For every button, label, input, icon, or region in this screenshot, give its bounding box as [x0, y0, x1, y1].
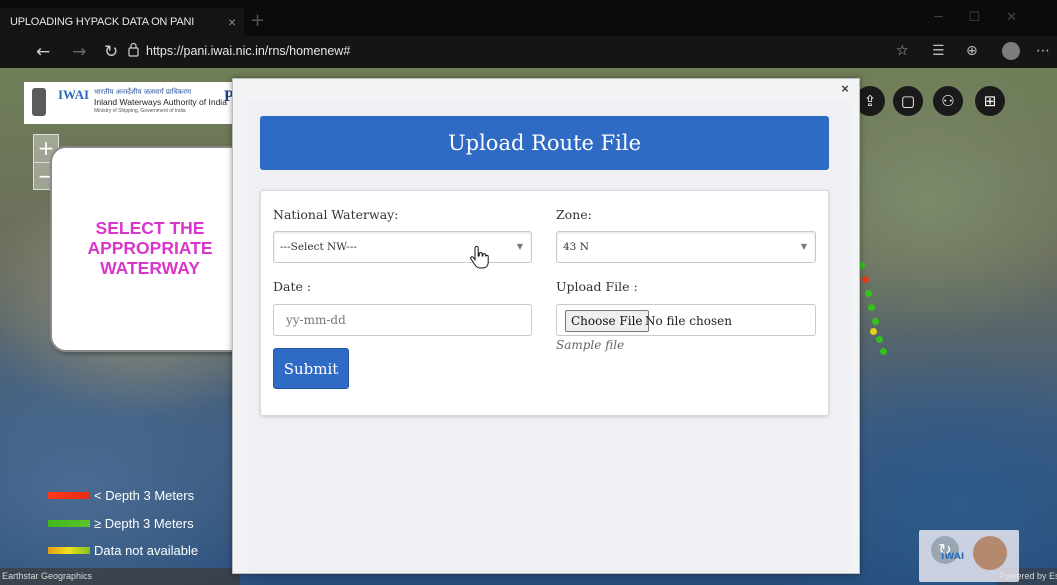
forward-arrow-icon[interactable]: →: [72, 42, 86, 62]
legend-swatch-yellow: [48, 547, 90, 554]
map-attribution: Earthstar Geographics: [0, 568, 240, 585]
site-header: IWAI भारतीय अन्तर्देशीय जलमार्ग प्राधिकर…: [24, 82, 234, 124]
browser-tab[interactable]: UPLOADING HYPACK DATA ON PANI ×: [0, 8, 244, 36]
iwai-logo: IWAI: [58, 87, 90, 102]
corner-widget: ↻ IWAI: [919, 530, 1019, 582]
profile-avatar[interactable]: [1002, 42, 1020, 60]
browser-toolbar: ← → ↻ https://pani.iwai.nic.in/rns/homen…: [0, 36, 1057, 68]
callout-text: SELECT THE APPROPRIATE WATERWAY: [87, 218, 213, 278]
route-marker[interactable]: [870, 328, 877, 335]
file-input[interactable]: Choose File No file chosen: [556, 304, 816, 336]
route-marker[interactable]: [880, 348, 887, 355]
tab-close-icon[interactable]: ×: [228, 8, 236, 36]
address-bar[interactable]: https://pani.iwai.nic.in/rns/homenew#: [146, 44, 350, 58]
route-marker[interactable]: [872, 318, 879, 325]
route-marker[interactable]: [876, 336, 883, 343]
legend-swatch-red: [48, 492, 90, 499]
favorite-star-icon[interactable]: ☆: [896, 43, 909, 59]
dialog-title: Upload Route File: [260, 116, 829, 170]
zone-select[interactable]: 43 N ▼: [556, 231, 816, 263]
org-name: Inland Waterways Authority of India: [94, 97, 227, 107]
submit-button[interactable]: Submit: [273, 348, 349, 389]
close-dialog-icon[interactable]: ×: [838, 82, 852, 96]
tab-title: UPLOADING HYPACK DATA ON PANI: [10, 16, 195, 28]
grid-icon[interactable]: ⊞: [975, 86, 1005, 116]
chevron-down-icon: ▼: [800, 242, 807, 251]
sample-file-link[interactable]: Sample file: [556, 338, 624, 352]
folder-icon[interactable]: ▢: [893, 86, 923, 116]
hand-cursor-icon: [470, 246, 489, 269]
favorites-list-icon[interactable]: ☰: [932, 43, 945, 59]
refresh-icon[interactable]: ↻: [104, 42, 118, 62]
national-waterway-value: ---Select NW---: [280, 241, 357, 253]
zone-value: 43 N: [563, 241, 589, 253]
national-emblem-icon: [32, 88, 46, 116]
collections-icon[interactable]: ⊕: [966, 43, 978, 59]
upload-file-label: Upload File :: [556, 279, 638, 294]
instruction-callout: SELECT THE APPROPRIATE WATERWAY: [50, 146, 250, 352]
new-tab-icon[interactable]: +: [250, 10, 265, 31]
zone-label: Zone:: [556, 207, 592, 222]
date-label: Date :: [273, 279, 312, 294]
window-controls[interactable]: ─☐✕: [935, 10, 1043, 25]
users-icon[interactable]: ⚇: [933, 86, 963, 116]
legend-swatch-green: [48, 520, 90, 527]
choose-file-button[interactable]: Choose File: [565, 310, 649, 332]
org-name-hindi: भारतीय अन्तर्देशीय जलमार्ग प्राधिकरण: [94, 88, 192, 96]
lock-icon: [128, 42, 139, 57]
route-marker[interactable]: [865, 290, 872, 297]
iwai-watermark: IWAI: [941, 552, 965, 562]
route-marker[interactable]: [868, 304, 875, 311]
browser-titlebar: UPLOADING HYPACK DATA ON PANI × + ─☐✕: [0, 0, 1057, 36]
date-input[interactable]: yy-mm-dd: [273, 304, 532, 336]
national-waterway-label: National Waterway:: [273, 207, 399, 222]
no-file-text: No file chosen: [645, 314, 732, 328]
chevron-down-icon: ▼: [516, 242, 523, 251]
national-waterway-select[interactable]: ---Select NW--- ▼: [273, 231, 532, 263]
back-arrow-icon[interactable]: ←: [36, 42, 50, 62]
route-marker[interactable]: [862, 276, 869, 283]
ministry-name: Ministry of Shipping, Government of Indi…: [94, 108, 186, 114]
more-menu-icon[interactable]: ⋯: [1036, 43, 1050, 59]
locate-button[interactable]: [973, 536, 1007, 570]
